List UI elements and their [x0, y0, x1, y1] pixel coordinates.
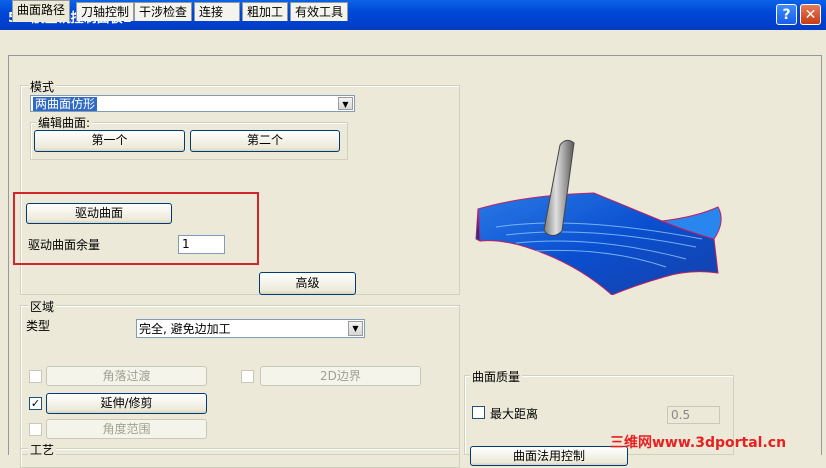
max-distance-input[interactable]: 0.5 — [667, 406, 720, 424]
chevron-down-icon[interactable]: ▼ — [338, 97, 353, 110]
help-button[interactable]: ? — [776, 4, 797, 25]
drive-allowance-input[interactable]: 1 — [178, 235, 225, 254]
surface-quality-legend: 曲面质量 — [470, 368, 523, 385]
boundary-2d-checkbox[interactable] — [241, 370, 254, 383]
tab-linking[interactable]: 连接 — [194, 2, 240, 21]
drive-allowance-label: 驱动曲面余量 — [28, 238, 101, 252]
tab-utilities[interactable]: 有效工具 — [290, 2, 349, 21]
surface-control-button[interactable]: 曲面法用控制 — [470, 446, 628, 466]
region-type-select[interactable]: 完全, 避免边加工 ▼ — [136, 319, 365, 338]
process-group — [20, 448, 460, 468]
max-distance-checkbox[interactable] — [472, 406, 485, 419]
angle-range-checkbox[interactable] — [29, 423, 42, 436]
mode-legend: 模式 — [28, 78, 57, 95]
tab-tool-axis[interactable]: 刀轴控制 — [76, 2, 135, 21]
mode-select-value: 两曲面仿形 — [33, 97, 98, 111]
watermark-text: 三维网www.3dportal.cn — [610, 435, 787, 451]
corner-transition-button[interactable]: 角落过渡 — [46, 366, 207, 386]
region-type-value: 完全, 避免边加工 — [139, 322, 231, 336]
first-surface-button[interactable]: 第一个 — [34, 130, 185, 152]
advanced-button[interactable]: 高级 — [259, 272, 356, 295]
extend-trim-button[interactable]: 延伸/修剪 — [46, 393, 207, 414]
region-legend: 区域 — [28, 298, 57, 315]
tab-surface-path[interactable]: 曲面路径 — [12, 0, 71, 22]
edit-surface-legend: 编辑曲面: — [36, 114, 93, 131]
drive-surface-button[interactable]: 驱动曲面 — [26, 203, 172, 224]
corner-transition-checkbox[interactable] — [29, 370, 42, 383]
second-surface-button[interactable]: 第二个 — [190, 130, 340, 152]
max-distance-label: 最大距离 — [490, 407, 539, 421]
tab-collision-check[interactable]: 干涉检查 — [134, 2, 193, 21]
chevron-down-icon[interactable]: ▼ — [348, 321, 363, 336]
process-legend: 工艺 — [28, 441, 57, 458]
extend-trim-checkbox[interactable]: ✓ — [29, 397, 42, 410]
close-button[interactable]: ✕ — [800, 4, 821, 25]
angle-range-button[interactable]: 角度范围 — [46, 419, 207, 439]
preview-image — [475, 139, 722, 295]
tab-roughing[interactable]: 粗加工 — [242, 2, 289, 21]
mode-select[interactable]: 两曲面仿形 ▼ — [30, 95, 355, 112]
region-type-label: 类型 — [26, 319, 51, 333]
boundary-2d-button[interactable]: 2D边界 — [260, 366, 421, 386]
